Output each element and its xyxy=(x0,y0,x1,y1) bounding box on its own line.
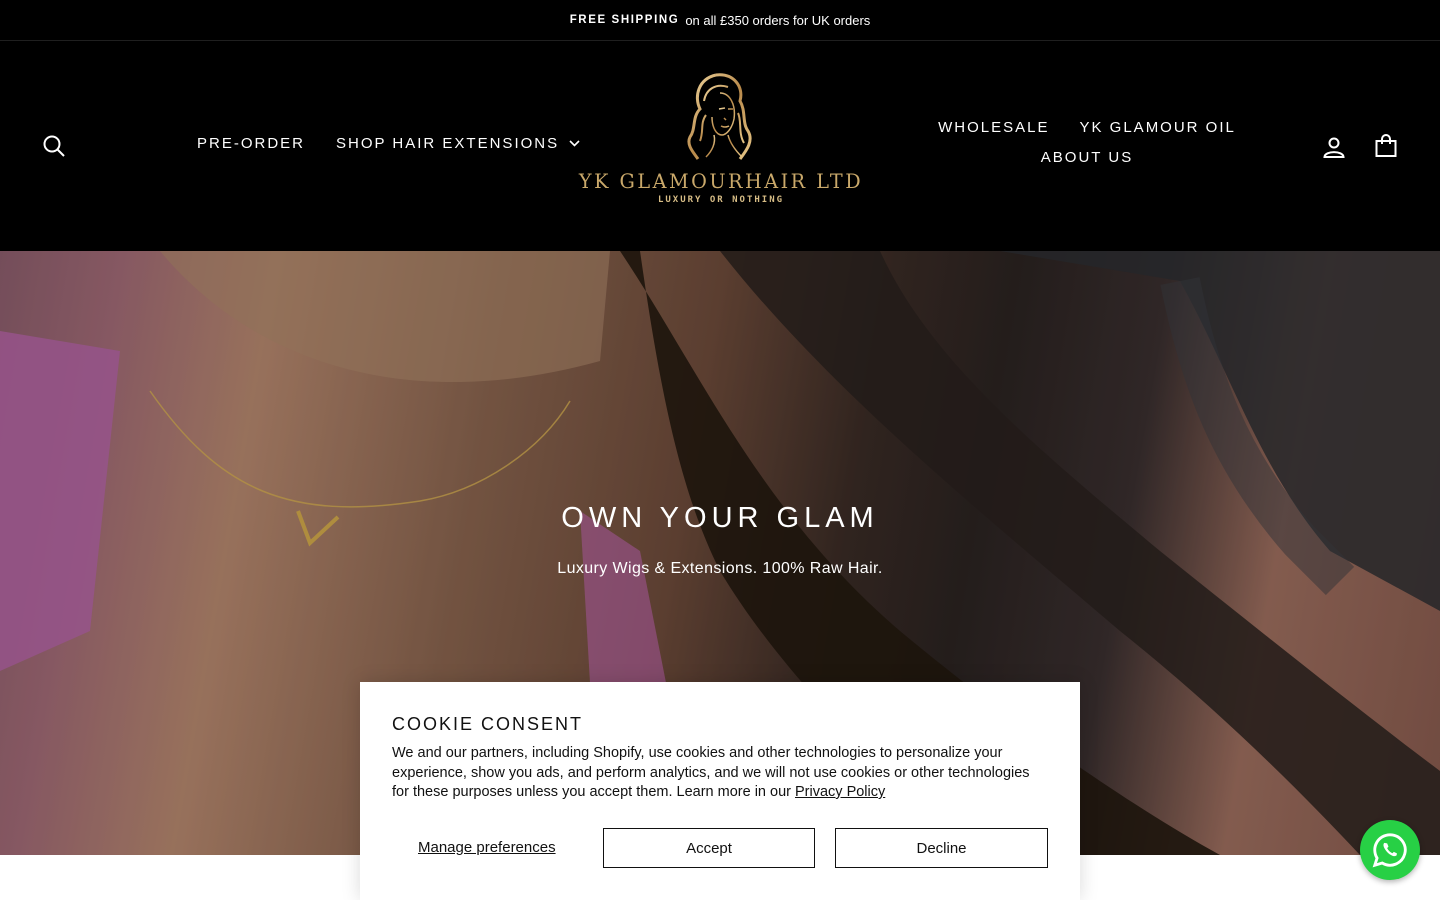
primary-nav-right: WHOLESALE YK GLAMOUR OIL ABOUT US xyxy=(932,119,1242,166)
hero-title: OWN YOUR GLAM xyxy=(561,502,879,534)
cookie-title: COOKIE CONSENT xyxy=(392,714,584,734)
nav-shop-hair-extensions-label: SHOP HAIR EXTENSIONS xyxy=(336,135,560,152)
announcement-bold: FREE SHIPPING xyxy=(569,14,680,26)
hero-subtitle: Luxury Wigs & Extensions. 100% Raw Hair. xyxy=(557,560,883,577)
cookie-body-text: We and our partners, including Shopify, … xyxy=(392,745,1030,800)
nav-shop-hair-extensions[interactable]: SHOP HAIR EXTENSIONS xyxy=(336,135,580,152)
bag-icon[interactable] xyxy=(1371,131,1401,161)
cookie-body: We and our partners, including Shopify, … xyxy=(392,744,1048,803)
chevron-down-icon xyxy=(569,140,580,147)
cookie-actions: Manage preferences Accept Decline xyxy=(392,828,1048,868)
site-logo[interactable]: YK GLAMOURHAIR LTD LUXURY OR NOTHING xyxy=(579,71,861,221)
nav-pre-order[interactable]: PRE-ORDER xyxy=(197,135,305,152)
nav-yk-glamour-oil-label: YK GLAMOUR OIL xyxy=(1079,119,1236,136)
manage-preferences-link[interactable]: Manage preferences xyxy=(418,839,556,856)
nav-wholesale[interactable]: WHOLESALE xyxy=(938,119,1049,136)
nav-wholesale-label: WHOLESALE xyxy=(938,119,1050,136)
privacy-policy-link[interactable]: Privacy Policy xyxy=(795,784,885,800)
whatsapp-chat-button[interactable] xyxy=(1360,820,1420,880)
site-header: PRE-ORDER SHOP HAIR EXTENSIONS YK GLAMOU… xyxy=(0,41,1440,251)
announcement-text: on all £350 orders for UK orders xyxy=(685,12,871,28)
user-icon[interactable] xyxy=(1319,132,1349,162)
nav-about-us[interactable]: ABOUT US xyxy=(1041,149,1133,166)
logo-name: YK GLAMOURHAIR LTD xyxy=(578,169,864,193)
nav-pre-order-label: PRE-ORDER xyxy=(197,135,306,152)
announcement-bar: FREE SHIPPING on all £350 orders for UK … xyxy=(0,0,1440,41)
nav-yk-glamour-oil[interactable]: YK GLAMOUR OIL xyxy=(1080,119,1236,136)
cookie-consent-banner: COOKIE CONSENT We and our partners, incl… xyxy=(360,682,1080,900)
primary-nav-left: PRE-ORDER SHOP HAIR EXTENSIONS xyxy=(197,135,580,152)
accept-button[interactable]: Accept xyxy=(603,828,815,868)
nav-about-us-label: ABOUT US xyxy=(1040,149,1134,166)
logo-tagline: LUXURY OR NOTHING xyxy=(657,195,785,205)
decline-button[interactable]: Decline xyxy=(835,828,1048,868)
whatsapp-icon xyxy=(1372,833,1407,868)
search-icon[interactable] xyxy=(39,131,69,161)
logo-woman-icon xyxy=(687,73,752,160)
